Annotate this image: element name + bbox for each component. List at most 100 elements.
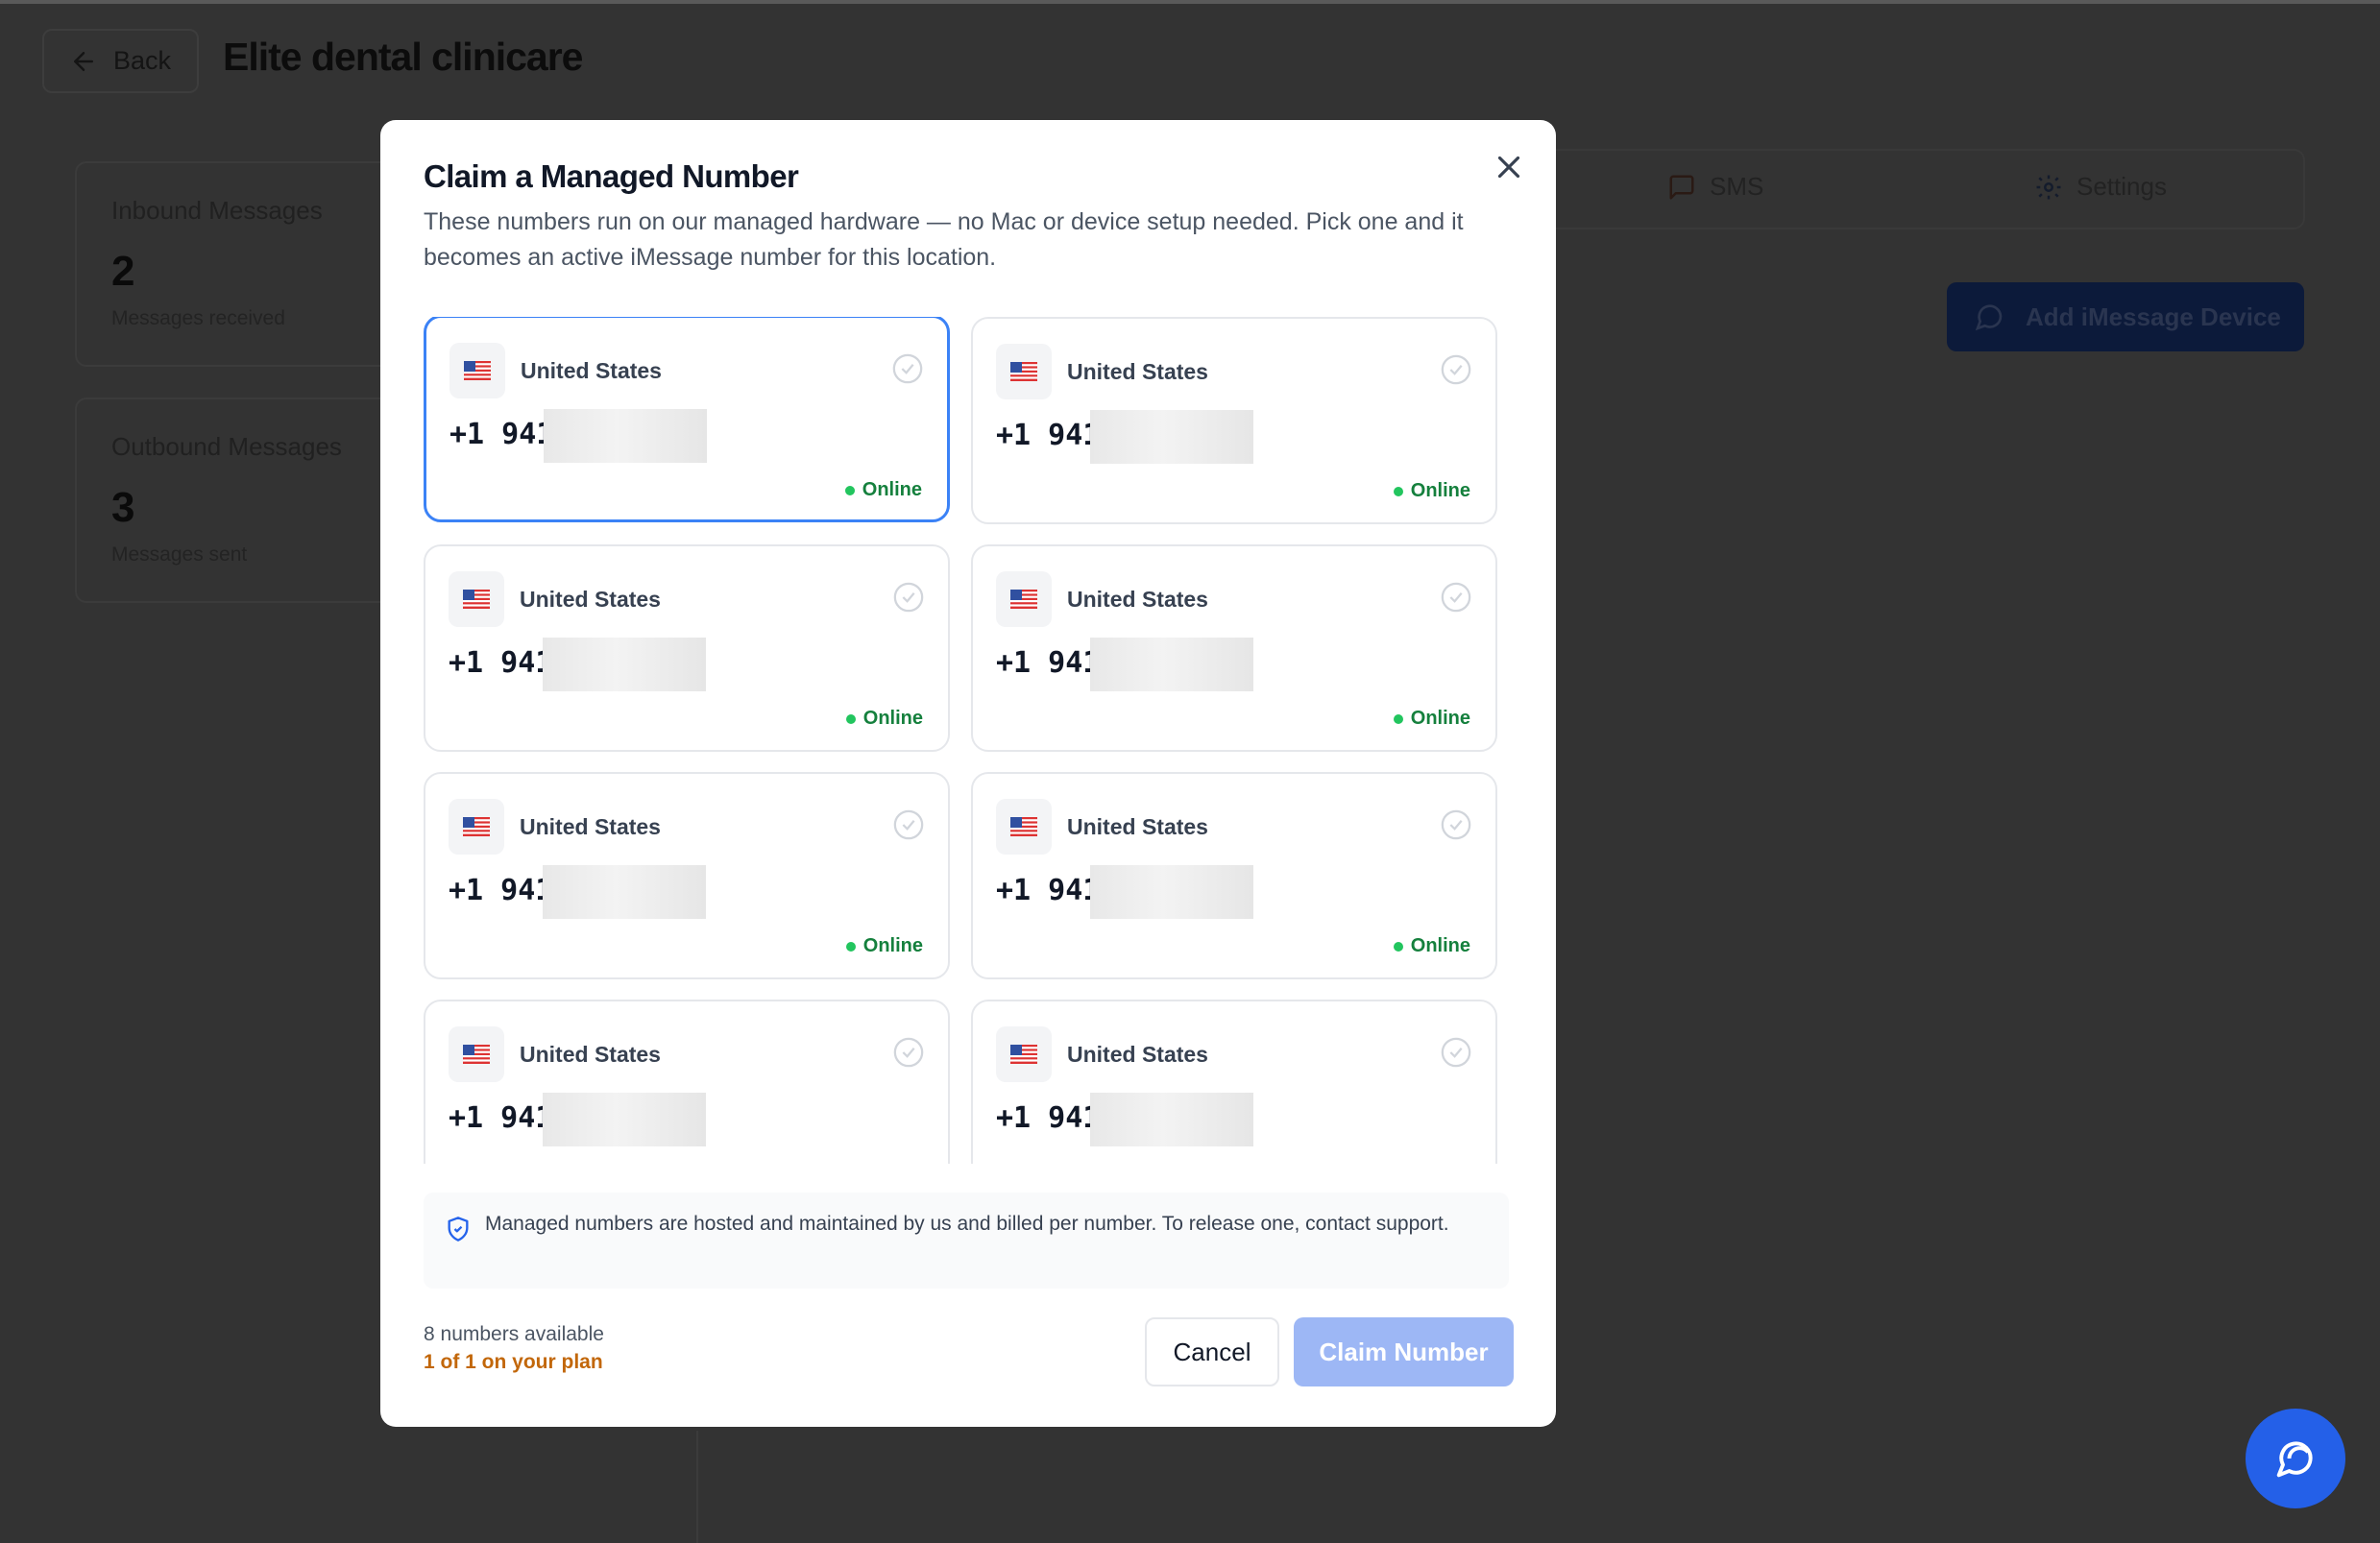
- country-label: United States: [1067, 814, 1208, 839]
- select-indicator[interactable]: [891, 352, 924, 385]
- status-label: Online: [862, 708, 923, 729]
- select-indicator[interactable]: [892, 1036, 925, 1069]
- status-label: Online: [862, 479, 922, 500]
- country-label: United States: [1067, 359, 1208, 384]
- claim-number-button[interactable]: Claim Number: [1294, 1317, 1514, 1386]
- us-flag-icon: [1010, 362, 1037, 381]
- chat-bubble-icon: [2276, 1441, 2313, 1478]
- status-dot: [845, 713, 856, 724]
- check-circle-icon: [1441, 354, 1471, 385]
- cancel-button[interactable]: Cancel: [1145, 1317, 1279, 1386]
- check-circle-icon: [1441, 1037, 1471, 1068]
- info-text: Managed numbers are hosted and maintaine…: [485, 1213, 1449, 1235]
- phone-number: +1 941: [449, 646, 553, 680]
- status-dot: [844, 485, 855, 495]
- numbers-list[interactable]: United States +1 941 Online United States +1…: [424, 317, 1509, 1164]
- close-button[interactable]: [1491, 149, 1527, 185]
- stat-card-inbound: Inbound Messages 2 Messages received: [75, 161, 394, 367]
- number-card[interactable]: United States +1 941 Online: [971, 544, 1497, 752]
- stat-card-outbound: Outbound Messages 3 Messages sent: [75, 398, 394, 603]
- tab-settings[interactable]: Settings: [2034, 172, 2167, 202]
- us-flag-icon: [1010, 817, 1037, 836]
- flag-badge: [996, 344, 1052, 399]
- status-badge: Online: [1393, 480, 1470, 502]
- number-card[interactable]: United States +1 941 Online: [971, 1000, 1497, 1164]
- status-label: Online: [1410, 708, 1470, 729]
- page-title: Elite dental clinicare: [223, 35, 583, 79]
- us-flag-icon: [464, 361, 491, 380]
- stat-sub: Messages received: [111, 307, 285, 329]
- number-card[interactable]: United States +1 941 Online: [971, 317, 1497, 524]
- add-imessage-device-button[interactable]: Add iMessage Device: [1947, 282, 2304, 351]
- select-indicator[interactable]: [1440, 353, 1472, 386]
- status-badge: Online: [845, 935, 923, 957]
- flag-badge: [996, 571, 1052, 627]
- stat-label: Outbound Messages: [111, 432, 342, 461]
- select-indicator[interactable]: [1440, 808, 1472, 841]
- country-label: United States: [521, 358, 662, 383]
- country-label: United States: [520, 814, 661, 839]
- message-square-icon: [1669, 175, 1694, 199]
- select-indicator[interactable]: [892, 808, 925, 841]
- redacted-number-mask: [1090, 410, 1253, 464]
- redacted-number-mask: [544, 409, 707, 463]
- status-label: Online: [1410, 935, 1470, 956]
- status-dot: [1393, 486, 1403, 496]
- stat-value: 2: [111, 248, 135, 295]
- back-button[interactable]: Back: [42, 29, 199, 93]
- chat-support-button[interactable]: [2246, 1409, 2345, 1508]
- check-circle-icon: [1441, 809, 1471, 840]
- us-flag-icon: [463, 1045, 490, 1064]
- message-circle-icon: [1975, 304, 2003, 331]
- flag-badge: [449, 343, 505, 398]
- redacted-number-mask: [543, 638, 706, 691]
- stat-sub: Messages sent: [111, 543, 248, 566]
- status-badge: Online: [1393, 708, 1470, 730]
- us-flag-icon: [1010, 590, 1037, 609]
- us-flag-icon: [1010, 1045, 1037, 1064]
- flag-badge: [449, 571, 504, 627]
- number-card[interactable]: United States +1 941 Online: [424, 772, 950, 979]
- select-indicator[interactable]: [892, 581, 925, 614]
- phone-number: +1 941: [996, 874, 1101, 907]
- select-indicator[interactable]: [1440, 581, 1472, 614]
- back-label: Back: [113, 46, 172, 75]
- redacted-number-mask: [1090, 865, 1253, 919]
- select-indicator[interactable]: [1440, 1036, 1472, 1069]
- tab-label: SMS: [1710, 172, 1764, 201]
- number-card[interactable]: United States +1 941 Online: [424, 1000, 950, 1164]
- flag-badge: [449, 799, 504, 855]
- number-card[interactable]: United States +1 941 Online: [424, 544, 950, 752]
- country-label: United States: [1067, 587, 1208, 612]
- check-circle-icon: [893, 1037, 924, 1068]
- claim-number-modal: Claim a Managed Number These numbers run…: [380, 120, 1556, 1427]
- status-label: Online: [863, 1163, 923, 1164]
- country-label: United States: [520, 587, 661, 612]
- check-circle-icon: [1441, 582, 1471, 613]
- status-badge: Online: [844, 479, 922, 501]
- tab-sms[interactable]: SMS: [1667, 172, 1763, 202]
- number-card[interactable]: United States +1 941 Online: [971, 772, 1497, 979]
- us-flag-icon: [463, 817, 490, 836]
- add-device-label: Add iMessage Device: [2026, 301, 2281, 331]
- status-dot: [845, 941, 856, 952]
- phone-number: +1 941: [996, 1101, 1101, 1135]
- redacted-number-mask: [1090, 638, 1253, 691]
- arrow-left-icon: [74, 51, 93, 71]
- shield-check-icon: [448, 1217, 469, 1242]
- status-badge: Online: [845, 708, 923, 730]
- number-card[interactable]: United States +1 941 Online: [424, 317, 950, 522]
- modal-title: Claim a Managed Number: [424, 158, 799, 194]
- window-top-border: [0, 0, 2380, 4]
- redacted-number-mask: [1090, 1093, 1253, 1146]
- status-badge: Online: [1393, 935, 1470, 957]
- redacted-number-mask: [543, 1093, 706, 1146]
- tabs-bar: SMS Settings: [1554, 149, 2305, 229]
- country-label: United States: [520, 1042, 661, 1067]
- phone-number: +1 941: [449, 874, 553, 907]
- status-badge: Online: [1394, 1163, 1470, 1164]
- modal-description: These numbers run on our managed hardwar…: [424, 208, 1464, 271]
- status-label: Online: [862, 935, 923, 956]
- phone-number: +1 941: [996, 646, 1101, 680]
- redacted-number-mask: [543, 865, 706, 919]
